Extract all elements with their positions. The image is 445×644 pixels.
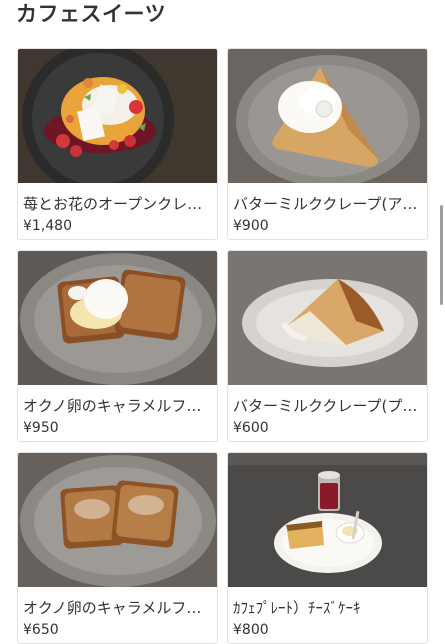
section-title: カフェスイーツ: [16, 2, 167, 26]
menu-item-name: バターミルククレープ(プ…: [233, 397, 418, 415]
menu-card-6[interactable]: ｶﾌｪﾌﾟﾚｰﾄ）ﾁｰｽﾞｹｰｷ ¥800: [227, 452, 428, 644]
menu-item-price: ¥1,480: [23, 218, 72, 234]
menu-card-2[interactable]: バターミルククレープ(ア… ¥900: [227, 48, 428, 240]
menu-item-name: 苺とお花のオープンクレ…: [23, 195, 203, 213]
menu-grid: 苺とお花のオープンクレ… ¥1,480 バターミルククレープ(ア… ¥900 オ…: [17, 48, 428, 644]
menu-item-price: ¥650: [23, 622, 59, 638]
menu-item-name: バターミルククレープ(ア…: [233, 195, 418, 213]
cafe-plate-cheesecake-photo: [228, 453, 427, 587]
strawberry-flower-crepe-photo: [18, 49, 217, 183]
menu-card-4[interactable]: バターミルククレープ(プ… ¥600: [227, 250, 428, 442]
menu-item-name: ｶﾌｪﾌﾟﾚｰﾄ）ﾁｰｽﾞｹｰｷ: [233, 599, 361, 617]
menu-card-3[interactable]: オクノ卵のキャラメルフ… ¥950: [17, 250, 218, 442]
buttermilk-crepe-cream-photo: [228, 49, 427, 183]
caramel-french-toast-cream-photo: [18, 251, 217, 385]
menu-item-name: オクノ卵のキャラメルフ…: [23, 599, 202, 617]
menu-item-name: オクノ卵のキャラメルフ…: [23, 397, 202, 415]
menu-card-1[interactable]: 苺とお花のオープンクレ… ¥1,480: [17, 48, 218, 240]
menu-item-price: ¥900: [233, 218, 269, 234]
buttermilk-crepe-plain-photo: [228, 251, 427, 385]
menu-item-price: ¥600: [233, 420, 269, 436]
caramel-french-toast-photo: [18, 453, 217, 587]
menu-item-price: ¥950: [23, 420, 59, 436]
menu-card-5[interactable]: オクノ卵のキャラメルフ… ¥650: [17, 452, 218, 644]
scrollbar[interactable]: [440, 205, 443, 305]
menu-item-price: ¥800: [233, 622, 269, 638]
